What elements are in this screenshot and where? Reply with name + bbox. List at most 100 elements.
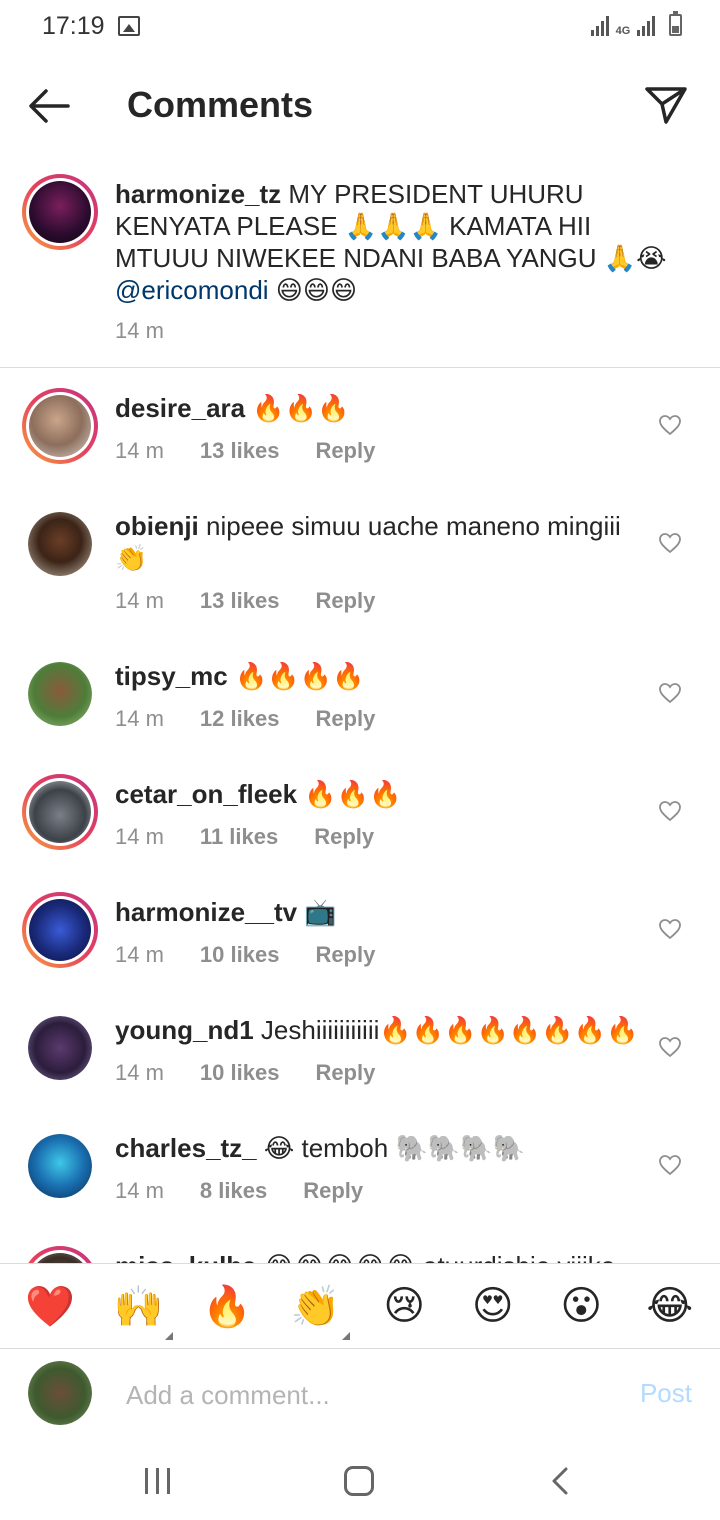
- current-user-avatar: [28, 1361, 92, 1425]
- caption-username[interactable]: harmonize_tz: [115, 179, 281, 209]
- comment-body: charles_tz_ 😂 temboh 🐘🐘🐘🐘: [115, 1132, 645, 1164]
- reply-button[interactable]: Reply: [303, 1178, 363, 1204]
- comment-username[interactable]: miss_kulba: [115, 1251, 257, 1263]
- emoji-surprised-button[interactable]: 😮: [551, 1283, 611, 1329]
- like-heart-icon[interactable]: [658, 917, 682, 941]
- system-nav-bar: [0, 1442, 720, 1520]
- comment-username[interactable]: young_nd1: [115, 1015, 254, 1045]
- like-heart-icon[interactable]: [658, 413, 682, 437]
- commenter-avatar[interactable]: [28, 512, 92, 576]
- comment-composer: Post: [0, 1350, 720, 1442]
- signal-icon: [591, 14, 609, 36]
- comment-likes[interactable]: 11 likes: [200, 824, 278, 850]
- back-arrow-icon: [29, 89, 70, 123]
- share-button[interactable]: [642, 80, 690, 128]
- comment-time: 14 m: [115, 588, 164, 613]
- comment-row: miss_kulba 😂😂😂😂😂 atuurdishie viiiko: [0, 1226, 720, 1263]
- comment-text: 🔥🔥🔥: [304, 779, 402, 809]
- comment-list[interactable]: desire_ara 🔥🔥🔥 14 m 13 likes Reply obien…: [0, 368, 720, 1263]
- post-caption: harmonize_tz MY PRESIDENT UHURU KENYATA …: [0, 170, 720, 368]
- comment-body: cetar_on_fleek 🔥🔥🔥: [115, 778, 645, 810]
- emoji-crying-button[interactable]: 😢: [374, 1283, 434, 1329]
- like-heart-icon[interactable]: [658, 531, 682, 555]
- comment-input[interactable]: [126, 1375, 606, 1415]
- reply-button[interactable]: Reply: [314, 824, 374, 850]
- emoji-quick-bar: ❤️ 🙌 🔥 👏 😢 😍 😮 😂: [0, 1263, 720, 1349]
- home-button[interactable]: [344, 1466, 374, 1496]
- comment-username[interactable]: cetar_on_fleek: [115, 779, 297, 809]
- comment-row: tipsy_mc 🔥🔥🔥🔥 14 m 12 likes Reply: [0, 636, 720, 754]
- comment-body: obienji nipeee simuu uache maneno mingii…: [115, 510, 645, 574]
- paper-plane-icon: [645, 87, 687, 124]
- comment-body: miss_kulba 😂😂😂😂😂 atuurdishie viiiko: [115, 1250, 645, 1263]
- emoji-laughing-button[interactable]: 😂: [640, 1283, 700, 1329]
- comment-body: harmonize__tv 📺: [115, 896, 645, 928]
- comment-meta: 14 m 13 likes Reply: [115, 588, 375, 614]
- comment-likes[interactable]: 12 likes: [200, 706, 280, 732]
- commenter-avatar[interactable]: [22, 892, 98, 968]
- emoji-fire-button[interactable]: 🔥: [197, 1283, 257, 1330]
- reply-button[interactable]: Reply: [315, 438, 375, 464]
- comment-row: obienji nipeee simuu uache maneno mingii…: [0, 486, 720, 636]
- comment-username[interactable]: charles_tz_: [115, 1133, 257, 1163]
- commenter-avatar[interactable]: [28, 1134, 92, 1198]
- comment-time: 14 m: [115, 438, 164, 463]
- commenter-avatar[interactable]: [28, 662, 92, 726]
- comment-username[interactable]: tipsy_mc: [115, 661, 228, 691]
- comment-likes[interactable]: 13 likes: [200, 438, 280, 464]
- like-heart-icon[interactable]: [658, 1153, 682, 1177]
- status-time: 17:19: [42, 12, 105, 40]
- comment-time: 14 m: [115, 1178, 164, 1203]
- comment-text: 🔥🔥🔥🔥: [234, 661, 365, 691]
- status-bar: 17:19 4G: [0, 0, 720, 56]
- emoji-clapping-button[interactable]: 👏: [286, 1283, 350, 1340]
- comment-likes[interactable]: 13 likes: [200, 588, 280, 614]
- reply-button[interactable]: Reply: [315, 588, 375, 614]
- comment-text: Jeshiiiiiiiiiii🔥🔥🔥🔥🔥🔥🔥🔥: [260, 1015, 639, 1045]
- emoji-heart-eyes-button[interactable]: 😍: [463, 1283, 523, 1329]
- like-heart-icon[interactable]: [658, 799, 682, 823]
- reply-button[interactable]: Reply: [315, 706, 375, 732]
- comment-row: young_nd1 Jeshiiiiiiiiiii🔥🔥🔥🔥🔥🔥🔥🔥 14 m 1…: [0, 990, 720, 1108]
- commenter-avatar[interactable]: [22, 388, 98, 464]
- post-button[interactable]: Post: [640, 1378, 692, 1409]
- like-heart-icon[interactable]: [658, 1035, 682, 1059]
- back-button[interactable]: [24, 82, 74, 130]
- comment-time: 14 m: [115, 1060, 164, 1085]
- comment-likes[interactable]: 8 likes: [200, 1178, 267, 1204]
- comment-body: tipsy_mc 🔥🔥🔥🔥: [115, 660, 645, 692]
- system-back-icon[interactable]: [548, 1466, 572, 1496]
- emoji-heart-button[interactable]: ❤️: [20, 1283, 80, 1330]
- caption-trailing-emoji: 😄😄😄: [275, 275, 358, 305]
- comment-meta: 14 m 11 likes Reply: [115, 824, 374, 850]
- comment-username[interactable]: desire_ara: [115, 393, 245, 423]
- caption-mention-link[interactable]: @ericomondi: [115, 275, 269, 305]
- emoji-raising-hands-button[interactable]: 🙌: [109, 1283, 173, 1340]
- caption-avatar[interactable]: [22, 174, 98, 250]
- comment-meta: 14 m 12 likes Reply: [115, 706, 375, 732]
- comment-meta: 14 m 13 likes Reply: [115, 438, 375, 464]
- signal-icon-2: [637, 14, 655, 36]
- comment-meta: 14 m 10 likes Reply: [115, 942, 375, 968]
- gallery-notification-icon: [118, 16, 140, 36]
- comment-text: 📺: [304, 897, 337, 927]
- comment-row: harmonize__tv 📺 14 m 10 likes Reply: [0, 872, 720, 990]
- comment-username[interactable]: harmonize__tv: [115, 897, 297, 927]
- commenter-avatar[interactable]: [22, 774, 98, 850]
- comment-likes[interactable]: 10 likes: [200, 1060, 280, 1086]
- commenter-avatar[interactable]: [28, 1016, 92, 1080]
- comment-username[interactable]: obienji: [115, 511, 199, 541]
- reply-button[interactable]: Reply: [315, 942, 375, 968]
- comment-row: charles_tz_ 😂 temboh 🐘🐘🐘🐘 14 m 8 likes R…: [0, 1108, 720, 1226]
- comment-meta: 14 m 8 likes Reply: [115, 1178, 363, 1204]
- comment-time: 14 m: [115, 824, 164, 849]
- comment-likes[interactable]: 10 likes: [200, 942, 280, 968]
- commenter-avatar[interactable]: [22, 1246, 98, 1263]
- recent-apps-button[interactable]: [145, 1468, 171, 1494]
- comment-text: 🔥🔥🔥: [252, 393, 350, 423]
- reply-button[interactable]: Reply: [315, 1060, 375, 1086]
- like-heart-icon[interactable]: [658, 681, 682, 705]
- comment-row: desire_ara 🔥🔥🔥 14 m 13 likes Reply: [0, 368, 720, 486]
- network-type-label: 4G: [615, 25, 631, 37]
- comment-row: cetar_on_fleek 🔥🔥🔥 14 m 11 likes Reply: [0, 754, 720, 872]
